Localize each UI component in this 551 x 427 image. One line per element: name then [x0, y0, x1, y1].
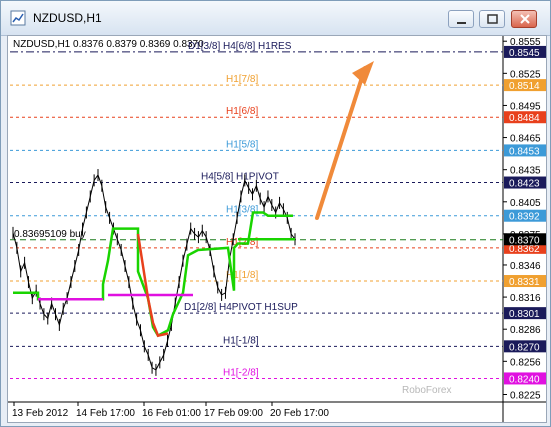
- y-tick-label: 0.8435: [510, 166, 541, 177]
- level-label: H1[-2/8]: [223, 367, 259, 378]
- window-title: NZDUSD,H1: [33, 11, 102, 25]
- level-label: H1[-1/8]: [223, 335, 259, 346]
- level-label: D1[3/8] H4[6/8] H1RES: [188, 41, 292, 52]
- x-tick-label: 13 Feb 2012: [12, 408, 69, 419]
- roboforex-watermark: RoboForex: [402, 385, 451, 396]
- level-label: H1[5/8]: [226, 139, 258, 150]
- level-price-tag-label: 0.8240: [509, 374, 540, 385]
- level-price-tag-label: 0.8453: [509, 146, 540, 157]
- x-tick-label: 20 Feb 17:00: [270, 408, 329, 419]
- y-tick-label: 0.8465: [510, 134, 541, 145]
- level-price-tag-label: 0.8270: [509, 342, 540, 353]
- level-price-tag-label: 0.8392: [509, 212, 540, 223]
- level-price-tag-label: 0.8545: [509, 48, 540, 59]
- price-chart[interactable]: NZDUSD,H1 0.8376 0.8379 0.8369 0.8370 0.8…: [8, 36, 546, 422]
- chart-background: [8, 36, 546, 422]
- chart-window: NZDUSD,H1 NZDUSD,H1 0.8376 0.8379 0.8369…: [0, 0, 551, 427]
- level-price-tag-label: 0.8331: [509, 277, 540, 288]
- buy-order-label: 0.83695109 buy: [14, 229, 86, 240]
- title-bar[interactable]: NZDUSD,H1: [1, 1, 550, 36]
- y-tick-label: 0.8346: [510, 261, 541, 272]
- maximize-icon: [487, 14, 498, 24]
- y-tick-label: 0.8225: [510, 391, 541, 402]
- chart-header-text: NZDUSD,H1 0.8376 0.8379 0.8369 0.8370: [13, 39, 204, 50]
- y-tick-label: 0.8316: [510, 293, 541, 304]
- x-tick-label: 16 Feb 01:00: [142, 408, 201, 419]
- minimize-button[interactable]: [448, 10, 474, 28]
- x-tick-label: 14 Feb 17:00: [76, 408, 135, 419]
- close-button[interactable]: [511, 10, 537, 28]
- maximize-button[interactable]: [479, 10, 505, 28]
- current-price-label: 0.8370: [509, 235, 540, 246]
- level-price-tag-label: 0.8514: [509, 81, 540, 92]
- level-label: H1[6/8]: [226, 106, 258, 117]
- level-price-tag-label: 0.8301: [509, 309, 540, 320]
- level-label: H1[7/8]: [226, 74, 258, 85]
- level-label: D1[2/8] H4PIVOT H1SUP: [184, 302, 298, 313]
- minimize-icon: [457, 22, 466, 24]
- y-tick-label: 0.8256: [510, 357, 541, 368]
- level-price-tag-label: 0.8423: [509, 179, 540, 190]
- y-tick-label: 0.8495: [510, 101, 541, 112]
- chart-window-icon: [10, 10, 26, 26]
- close-icon: [520, 14, 530, 24]
- y-tick-label: 0.8286: [510, 325, 541, 336]
- y-tick-label: 0.8405: [510, 198, 541, 209]
- x-tick-label: 17 Feb 09:00: [204, 408, 263, 419]
- level-label: H4[5/8] H1PIVOT: [201, 172, 279, 183]
- level-price-tag-label: 0.8484: [509, 113, 540, 124]
- chart-area[interactable]: NZDUSD,H1 0.8376 0.8379 0.8369 0.8370 0.8…: [7, 35, 547, 423]
- y-tick-label: 0.8525: [510, 69, 541, 80]
